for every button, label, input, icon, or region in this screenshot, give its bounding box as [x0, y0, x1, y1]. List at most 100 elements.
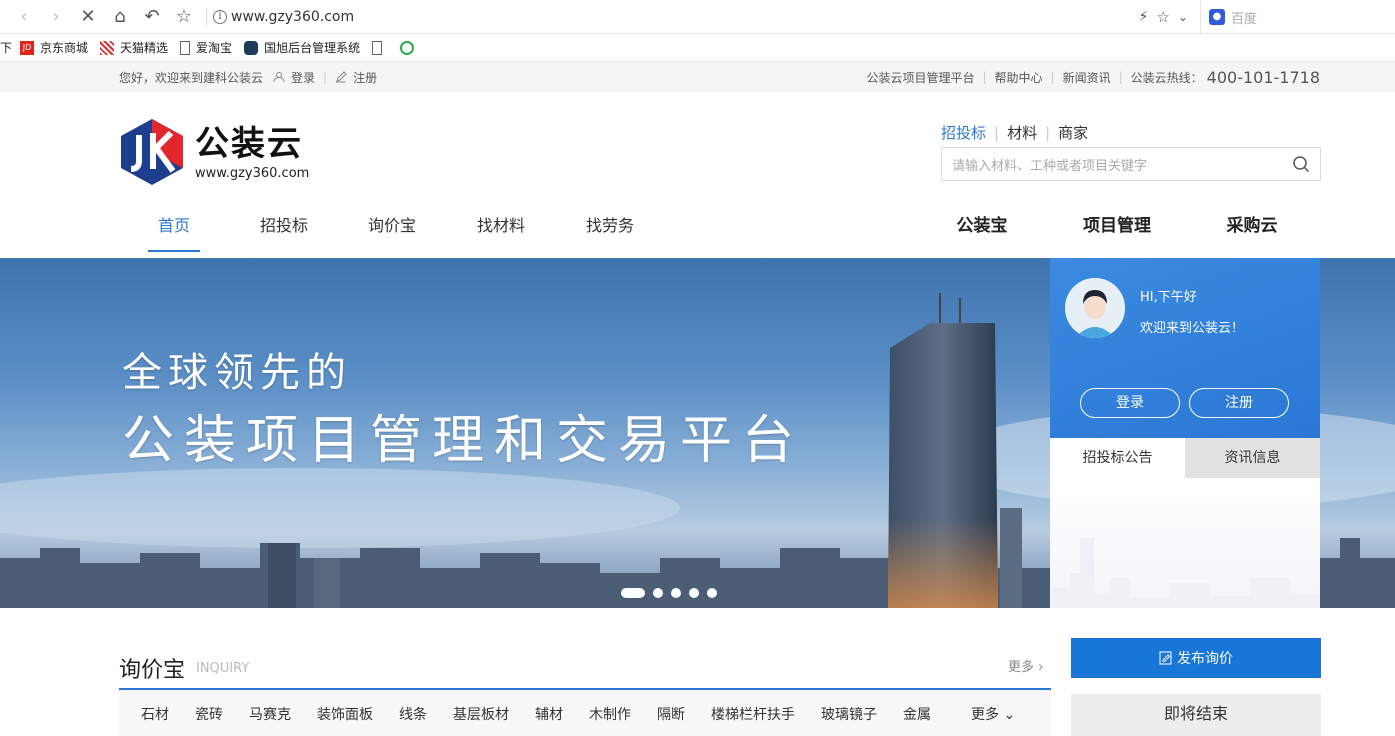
search-icon[interactable]	[1292, 155, 1310, 173]
banner-headline-2: 公装项目管理和交易平台	[122, 411, 805, 471]
chevron-down-icon: ⌄	[1003, 707, 1016, 723]
link-help[interactable]: 帮助中心	[995, 69, 1043, 86]
ending-soon-header: 即将结束	[1071, 694, 1321, 736]
carousel-dot-2[interactable]	[653, 588, 663, 598]
more-link[interactable]: 更多 ›	[1008, 656, 1043, 675]
admin-icon	[244, 40, 259, 55]
bookmark-item-green[interactable]	[400, 40, 420, 55]
bookmark-item[interactable]: 下	[0, 39, 12, 56]
user-panel-header: HI,下午好 欢迎来到公装云！ 登录 注册	[1050, 258, 1320, 438]
category-woodwork[interactable]: 木制作	[589, 704, 631, 724]
banner-headline-1: 全球领先的	[122, 350, 352, 396]
jd-icon: JD	[20, 40, 35, 55]
stop-icon[interactable]: ✕	[72, 2, 104, 32]
back-icon[interactable]: ‹	[8, 2, 40, 32]
login-button[interactable]: 登录	[1080, 388, 1180, 418]
avatar-icon	[1065, 278, 1125, 338]
category-mosaic[interactable]: 马赛克	[249, 704, 291, 724]
bookmark-item-admin[interactable]: 国旭后台管理系统	[244, 39, 360, 56]
forward-icon[interactable]: ›	[40, 2, 72, 32]
carousel-dot-3[interactable]	[671, 588, 681, 598]
divider: |	[1045, 123, 1051, 142]
tab-bidding-announcements[interactable]: 招投标公告	[1050, 438, 1185, 478]
logo[interactable]: 公装云 www.gzy360.com	[119, 117, 309, 187]
category-glass-mirror[interactable]: 玻璃镜子	[821, 704, 877, 724]
divider: |	[1118, 70, 1123, 84]
tab-news-info[interactable]: 资讯信息	[1185, 438, 1320, 478]
address-bar[interactable]: www.gzy360.com	[231, 9, 354, 25]
faded-skyline-image	[1050, 538, 1320, 608]
browser-toolbar: ‹ › ✕ ⌂ ↶ ☆ i www.gzy360.com ⚡ ☆ ⌄ ● 百度	[0, 0, 1395, 34]
info-icon[interactable]: i	[213, 9, 227, 24]
bookmark-item-jd[interactable]: JD 京东商城	[20, 39, 88, 56]
chevron-down-icon[interactable]: ⌄	[1178, 10, 1188, 24]
carousel-dot-4[interactable]	[689, 588, 699, 598]
search-tab-merchants[interactable]: 商家	[1058, 122, 1088, 143]
divider	[206, 7, 207, 26]
category-base-board[interactable]: 基层板材	[453, 704, 509, 724]
bookmark-item-tmall[interactable]: 天猫精选	[100, 39, 168, 56]
nav-labor[interactable]: 找劳务	[580, 202, 640, 258]
user-icon	[273, 72, 285, 83]
category-more-label: 更多	[971, 707, 999, 723]
download-circle-icon	[400, 40, 415, 55]
category-more[interactable]: 更多 ⌄	[971, 704, 1015, 724]
link-platform[interactable]: 公装云项目管理平台	[866, 69, 974, 86]
search-engine-box[interactable]: ● 百度	[1200, 0, 1395, 34]
search-engine-label: 百度	[1231, 11, 1258, 27]
panel-content	[1050, 478, 1320, 608]
nav-materials[interactable]: 找材料	[471, 202, 531, 258]
bookmark-label: 爱淘宝	[196, 41, 233, 55]
category-stone[interactable]: 石材	[141, 704, 169, 724]
search-input[interactable]: 请输入材料、工种或者项目关键字	[941, 147, 1321, 181]
nav-active-indicator	[148, 250, 200, 252]
divider: |	[1050, 70, 1055, 84]
edit-doc-icon	[1159, 651, 1172, 665]
hotline-number: 400-101-1718	[1206, 67, 1320, 87]
pencil-icon	[336, 71, 347, 83]
category-accessories[interactable]: 辅材	[535, 704, 563, 724]
category-stair-railing[interactable]: 楼梯栏杆扶手	[711, 704, 795, 724]
nav-gongzhuangbao[interactable]: 公装宝	[951, 202, 1013, 258]
divider: |	[982, 70, 987, 84]
category-bar: 石材 瓷砖 马赛克 装饰面板 线条 基层板材 辅材 木制作 隔断 楼梯栏杆扶手 …	[119, 690, 1051, 736]
bookmark-label: 国旭后台管理系统	[264, 41, 361, 55]
inquiry-section: 询价宝 INQUIRY 更多 › 发布询价 石材 瓷砖 马赛克 装饰面板 线条 …	[0, 608, 1395, 736]
bookmark-item-aitaobao[interactable]: 爱淘宝	[180, 39, 232, 56]
link-news[interactable]: 新闻资讯	[1063, 69, 1111, 86]
login-link[interactable]: 登录	[291, 69, 315, 86]
carousel-dot-1[interactable]	[621, 588, 645, 598]
search-placeholder: 请输入材料、工种或者项目关键字	[952, 158, 1148, 174]
search-tab-bidding[interactable]: 招投标	[941, 122, 986, 143]
lightning-icon[interactable]: ⚡	[1139, 9, 1149, 25]
category-partition[interactable]: 隔断	[657, 704, 685, 724]
baidu-icon: ●	[1209, 9, 1225, 25]
publish-label: 发布询价	[1177, 651, 1233, 667]
nav-project-management[interactable]: 项目管理	[1080, 202, 1154, 258]
site-topbar: 您好，欢迎来到建科公装云 登录 | 注册 公装云项目管理平台 | 帮助中心 | …	[0, 62, 1395, 92]
nav-procurement[interactable]: 采购云	[1222, 202, 1282, 258]
panel-tabs: 招投标公告 资讯信息	[1050, 438, 1320, 478]
carousel-dot-5[interactable]	[707, 588, 717, 598]
category-trim[interactable]: 线条	[399, 704, 427, 724]
hero-banner[interactable]: 全球领先的 公装项目管理和交易平台 HI,下午好 欢迎来到公装云！ 登录 注册	[0, 258, 1395, 608]
home-icon[interactable]: ⌂	[104, 2, 136, 32]
search-tab-materials[interactable]: 材料	[1007, 122, 1037, 143]
publish-inquiry-button[interactable]: 发布询价	[1071, 638, 1321, 678]
carousel-dots	[621, 588, 725, 598]
greeting-text: HI,下午好	[1140, 290, 1197, 305]
logo-title: 公装云	[195, 123, 303, 164]
category-panel[interactable]: 装饰面板	[317, 704, 373, 724]
bookmark-star-icon[interactable]: ☆	[168, 2, 200, 32]
welcome-text: 欢迎来到公装云！	[1140, 321, 1245, 336]
register-link[interactable]: 注册	[353, 69, 377, 86]
section-title: 询价宝	[119, 658, 186, 683]
nav-inquiry[interactable]: 询价宝	[362, 202, 422, 258]
category-metal[interactable]: 金属	[903, 704, 931, 724]
undo-icon[interactable]: ↶	[136, 2, 168, 32]
bookmark-item-page[interactable]	[372, 40, 388, 55]
register-button[interactable]: 注册	[1189, 388, 1289, 418]
nav-bidding[interactable]: 招投标	[254, 202, 314, 258]
category-tile[interactable]: 瓷砖	[195, 704, 223, 724]
favorite-star-icon[interactable]: ☆	[1156, 8, 1169, 26]
